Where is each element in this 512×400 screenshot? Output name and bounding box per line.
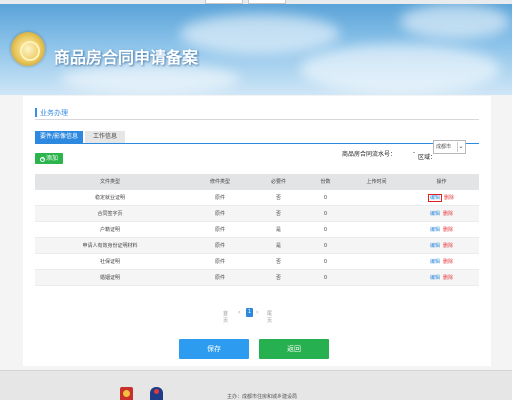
count-cell: 0: [323, 227, 328, 233]
next-page-icon[interactable]: ›: [256, 309, 258, 316]
district-select[interactable]: 成都市 ⌄: [433, 140, 466, 154]
edit-link[interactable]: 编辑: [430, 243, 440, 249]
section-title: 业务办理: [40, 109, 68, 117]
file-type-cell: 稳定就业证明: [94, 195, 125, 201]
column-header: 操作: [436, 179, 447, 185]
upload-time-cell: [349, 270, 404, 286]
plus-icon: +: [39, 156, 46, 162]
page-footer: 主办：成都市住房和城乡建设局: [0, 370, 512, 400]
doc-type-cell: 原件: [214, 195, 225, 201]
prev-page-icon[interactable]: ‹: [238, 309, 240, 316]
actions-cell: 编辑 删除: [404, 206, 479, 222]
main-panel: 业务办理 要件/影像信息 工作信息 +添加 商品房合同流水号： - 区域： 成都…: [23, 96, 491, 366]
save-button[interactable]: 保存: [179, 339, 249, 359]
count-cell: 0: [323, 275, 328, 281]
contract-number-label: 商品房合同流水号：: [342, 151, 397, 158]
file-type-cell: 社保证明: [99, 259, 120, 265]
required-cell: 否: [275, 195, 281, 201]
doc-type-cell: 原件: [214, 243, 225, 249]
delete-link[interactable]: 删除: [443, 259, 453, 265]
add-button[interactable]: +添加: [35, 153, 63, 164]
count-cell: 0: [323, 211, 328, 217]
table-row: 婚姻证明 原件 否 0 编辑 删除: [35, 270, 479, 286]
table-row: 合同签字页 原件 否 0 编辑 删除: [35, 206, 479, 222]
tab-documents[interactable]: 要件/影像信息: [35, 131, 83, 143]
edit-link[interactable]: 编辑: [430, 211, 440, 217]
required-cell: 否: [275, 211, 281, 217]
count-cell: 0: [323, 243, 328, 249]
required-cell: 是: [275, 227, 281, 233]
doc-type-cell: 原件: [214, 259, 225, 265]
first-page-link[interactable]: 首页: [223, 310, 228, 324]
emblem-logo-icon: [11, 32, 45, 66]
upload-time-cell: [349, 238, 404, 254]
actions-cell: 编辑 删除: [404, 190, 479, 206]
party-emblem-icon: [120, 387, 133, 400]
section-header: 业务办理: [35, 106, 479, 120]
file-type-cell: 婚姻证明: [99, 275, 120, 281]
section-accent-bar: [35, 108, 37, 117]
column-header: 上传时间: [366, 179, 387, 185]
column-header: 份数: [320, 179, 331, 185]
delete-link[interactable]: 删除: [443, 227, 453, 233]
back-button[interactable]: 返回: [259, 339, 329, 359]
district-selected-value: 成都市: [436, 144, 452, 150]
table-row: 申请人有效身份证明材料 原件 是 0 编辑 删除: [35, 238, 479, 254]
delete-link[interactable]: 删除: [444, 195, 454, 201]
table-header: 文件类型 修件类型 必要件 份数 上传时间 操作: [35, 174, 479, 190]
required-cell: 是: [275, 243, 281, 249]
tab-underline: [35, 143, 479, 144]
delete-link[interactable]: 删除: [443, 275, 453, 281]
table-row: 社保证明 原件 否 0 编辑 删除: [35, 254, 479, 270]
column-header: 必要件: [270, 179, 286, 185]
actions-cell: 编辑 删除: [404, 270, 479, 286]
doc-type-cell: 原件: [214, 275, 225, 281]
edit-link[interactable]: 编辑: [430, 259, 440, 265]
column-header: 文件类型: [99, 179, 120, 185]
required-cell: 否: [275, 275, 281, 281]
chevron-down-icon: ⌄: [457, 142, 464, 152]
doc-type-cell: 原件: [214, 211, 225, 217]
count-cell: 0: [323, 195, 328, 201]
table-row: 稳定就业证明 原件 否 0 编辑 删除: [35, 190, 479, 206]
current-page[interactable]: 1: [246, 308, 253, 317]
actions-cell: 编辑 删除: [404, 238, 479, 254]
footer-sponsor-text: 主办：成都市住房和城乡建设局: [227, 394, 298, 400]
column-header: 修件类型: [209, 179, 230, 185]
upload-time-cell: [349, 222, 404, 238]
page-title: 商品房合同申请备案: [54, 48, 199, 67]
upload-time-cell: [349, 206, 404, 222]
edit-link[interactable]: 编辑: [430, 227, 440, 233]
tab-work-info[interactable]: 工作信息: [85, 131, 125, 143]
count-cell: 0: [323, 259, 328, 265]
required-cell: 否: [275, 259, 281, 265]
contract-number-value: -: [413, 149, 416, 156]
file-type-cell: 申请人有效身份证明材料: [82, 243, 138, 249]
header-banner: 商品房合同申请备案: [0, 4, 512, 95]
add-button-label: 添加: [45, 155, 58, 162]
doc-type-cell: 原件: [214, 227, 225, 233]
last-page-link[interactable]: 尾页: [267, 310, 272, 324]
police-badge-icon: [150, 387, 163, 400]
file-type-cell: 户籍证明: [99, 227, 120, 233]
actions-cell: 编辑 删除: [404, 222, 479, 238]
edit-link[interactable]: 编辑: [430, 275, 440, 281]
delete-link[interactable]: 删除: [443, 211, 453, 217]
delete-link[interactable]: 删除: [443, 243, 453, 249]
upload-time-cell: [349, 190, 404, 206]
edit-link[interactable]: 编辑: [427, 194, 443, 202]
table-row: 户籍证明 原件 是 0 编辑 删除: [35, 222, 479, 238]
actions-cell: 编辑 删除: [404, 254, 479, 270]
file-type-cell: 合同签字页: [97, 211, 123, 217]
upload-time-cell: [349, 254, 404, 270]
